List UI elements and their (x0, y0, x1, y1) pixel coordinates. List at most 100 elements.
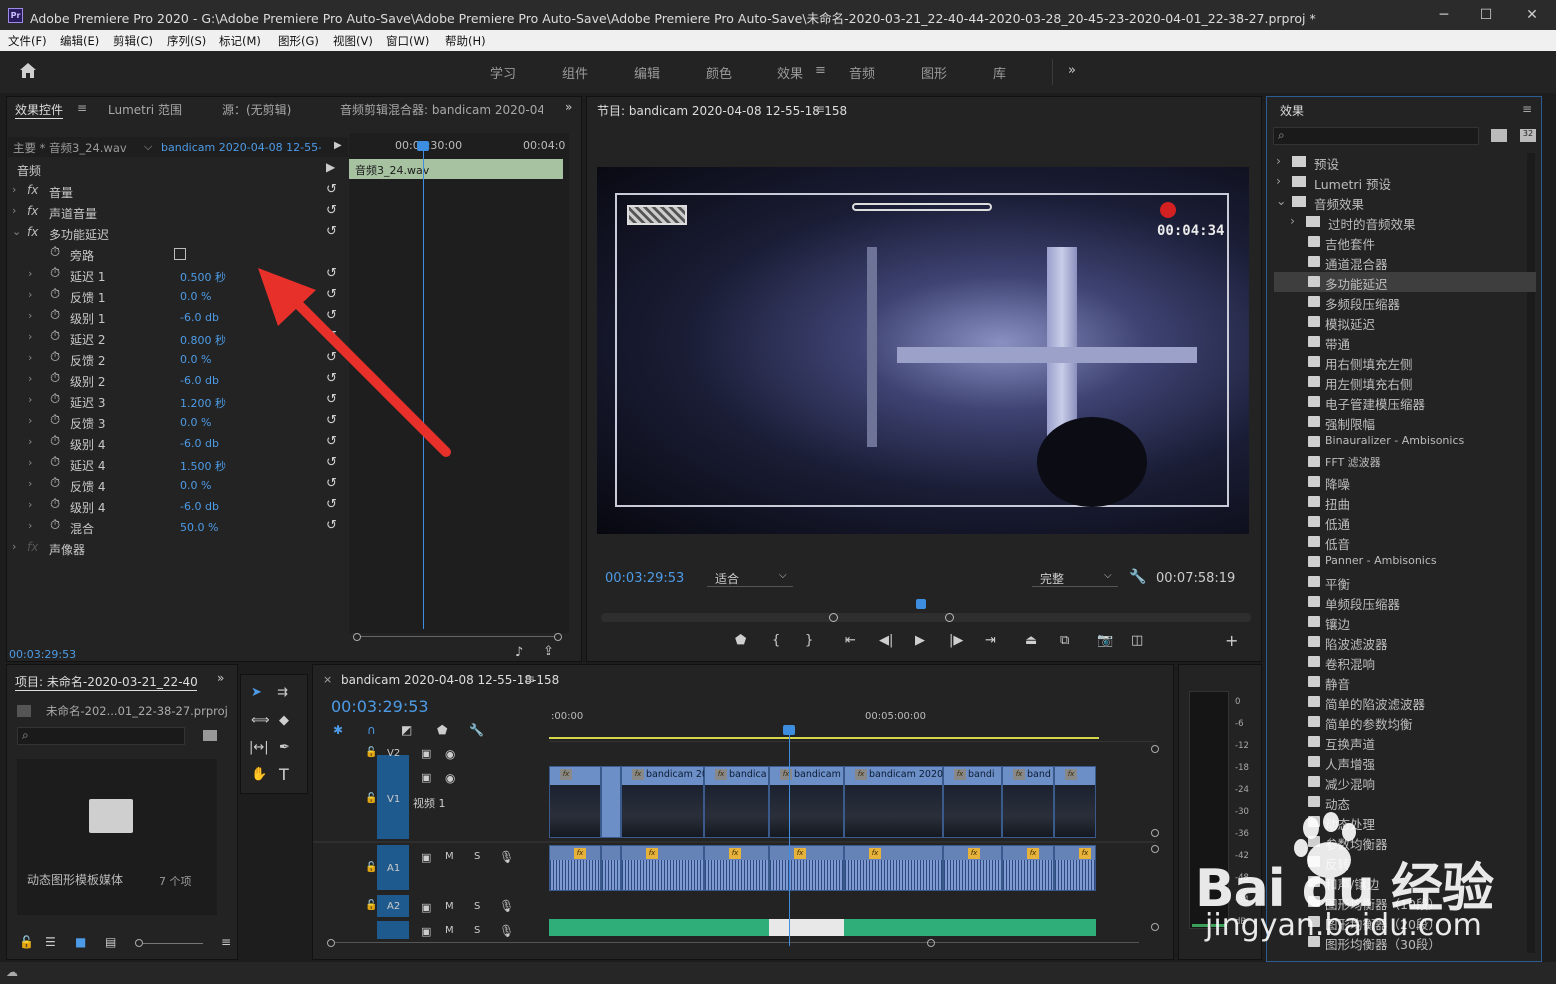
microphone-icon[interactable]: 🎙 (499, 899, 514, 913)
audio-clip[interactable]: fx (549, 845, 601, 891)
effect-item[interactable]: 低通 (1274, 512, 1536, 532)
effect-item[interactable]: 多功能延迟 (1274, 272, 1536, 292)
program-playhead[interactable] (916, 599, 926, 609)
fx-badge-icon[interactable]: fx (794, 848, 806, 859)
workspace-learn[interactable]: 学习 (490, 63, 516, 82)
lock-icon[interactable]: 🔓 (365, 900, 377, 911)
video-clip[interactable]: fx (1054, 766, 1096, 838)
fx-badge-icon[interactable]: fx (27, 183, 38, 197)
step-back-icon[interactable]: ◀| (879, 633, 893, 648)
microphone-icon[interactable]: 🎙 (499, 924, 514, 938)
sync-lock-icon[interactable]: ▣ (421, 925, 431, 938)
maximize-button[interactable]: ☐ (1476, 6, 1496, 24)
program-menu-icon[interactable]: ≡ (815, 102, 825, 116)
new-bin-icon[interactable] (203, 730, 217, 741)
go-to-in-icon[interactable]: ⇤ (845, 633, 856, 648)
program-scrubber[interactable] (601, 613, 1251, 622)
audio-clip[interactable]: fx (621, 845, 704, 891)
reset-icon[interactable]: ↺ (326, 518, 337, 533)
fx-badge-icon[interactable]: fx (729, 848, 741, 859)
a3-clip[interactable] (844, 919, 943, 936)
audio-clip[interactable]: fx (1054, 845, 1096, 891)
param-value[interactable]: 1.200 秒 (180, 395, 226, 411)
video-clip[interactable]: fx bandicam 20 (621, 766, 708, 838)
disclosure-chevron-icon[interactable]: › (28, 309, 32, 322)
param-value[interactable]: 1.500 秒 (180, 458, 226, 474)
effect-item[interactable]: Binauralizer - Ambisonics (1274, 432, 1536, 452)
pen-tool-icon[interactable]: ✒ (279, 740, 290, 755)
ripple-edit-tool-icon[interactable]: ⟺ (251, 713, 270, 728)
fx-badge-icon[interactable]: fx (1013, 769, 1025, 780)
fx-badge-icon[interactable]: fx (27, 540, 38, 554)
effect-item[interactable]: 动态 (1274, 792, 1536, 812)
workspace-color[interactable]: 颜色 (706, 63, 732, 82)
audio-clip[interactable]: fx (1002, 845, 1054, 891)
effect-item[interactable]: 互换声道 (1274, 732, 1536, 752)
lift-icon[interactable]: ⏏ (1025, 633, 1037, 648)
add-button-icon[interactable]: + (1225, 631, 1238, 650)
effect-item[interactable]: 电子管建模压缩器 (1274, 392, 1536, 412)
video-clip[interactable]: fx band (1002, 766, 1054, 838)
fx-badge-icon[interactable]: fx (715, 769, 727, 780)
a3-clip[interactable] (601, 919, 621, 936)
lock-icon[interactable]: 🔓 (365, 862, 377, 873)
effect-item[interactable]: › 过时的音频效果 (1274, 212, 1536, 232)
sync-lock-icon[interactable]: ▣ (421, 771, 431, 784)
master-clip-label[interactable]: 主要 * 音频3_24.wav (13, 140, 127, 156)
tab-effect-controls[interactable]: 效果控件 (15, 101, 64, 119)
stopwatch-icon[interactable]: ⏱ (50, 392, 60, 407)
extract-icon[interactable]: ⧉ (1060, 633, 1069, 648)
effects-search-input[interactable]: ⌕ (1273, 127, 1479, 145)
stopwatch-icon[interactable]: ⏱ (50, 518, 60, 533)
a2-solo[interactable]: S (474, 901, 480, 912)
effect-item[interactable]: 简单的参数均衡 (1274, 712, 1536, 732)
a3-clip[interactable] (1002, 919, 1054, 936)
timeline-timecode[interactable]: 00:03:29:53 (331, 697, 429, 716)
reset-icon[interactable]: ↺ (326, 476, 337, 491)
workspace-audio[interactable]: 音频 (849, 63, 875, 82)
nest-icon[interactable]: ✱ (333, 723, 343, 737)
disclosure-chevron-icon[interactable]: › (28, 372, 32, 385)
reset-icon[interactable]: ↺ (326, 182, 337, 197)
a3-source-patch[interactable] (377, 921, 409, 939)
eye-icon[interactable]: ◉ (445, 771, 455, 785)
fx-row[interactable]: › fx 音量 ↺ (8, 181, 348, 202)
play-audio-icon[interactable]: ▶ (326, 160, 335, 174)
type-tool-icon[interactable]: T (279, 765, 289, 784)
eye-icon[interactable]: ◉ (445, 747, 455, 761)
more-tabs-icon[interactable]: » (217, 671, 224, 685)
icon-view-icon[interactable]: ■ (75, 935, 86, 949)
menu-clip[interactable]: 剪辑(C) (113, 33, 153, 49)
panel-menu-icon[interactable]: ≡ (77, 101, 87, 115)
zoom-handle-left[interactable] (829, 613, 838, 622)
workspace-editing[interactable]: 编辑 (634, 63, 660, 82)
effect-item[interactable]: 单频段压缩器 (1274, 592, 1536, 612)
close-tab-icon[interactable]: × (323, 673, 332, 686)
effect-item[interactable]: 简单的陷波滤波器 (1274, 692, 1536, 712)
stopwatch-icon[interactable]: ⏱ (50, 434, 60, 449)
expand-timeline-icon[interactable]: ▶ (334, 140, 342, 151)
param-value[interactable]: -6.0 db (180, 374, 219, 387)
fx-badge-icon[interactable]: fx (27, 225, 38, 239)
sync-lock-icon[interactable]: ▣ (421, 901, 431, 914)
list-view-icon[interactable]: ☰ (45, 935, 56, 949)
bypass-checkbox[interactable] (174, 248, 186, 260)
stopwatch-icon[interactable]: ⏱ (50, 350, 60, 365)
param-value[interactable]: 0.800 秒 (180, 332, 226, 348)
linked-selection-icon[interactable]: ◩ (401, 723, 412, 737)
bin-item-card[interactable]: 动态图形模板媒体 7 个项 (17, 759, 217, 915)
disclosure-chevron-icon[interactable]: › (28, 498, 32, 511)
hand-tool-icon[interactable]: ✋ (251, 767, 267, 782)
param-value[interactable]: 50.0 % (180, 521, 218, 534)
menu-graphics[interactable]: 图形(G) (278, 33, 319, 49)
param-value[interactable]: 0.500 秒 (180, 269, 226, 285)
razor-tool-icon[interactable]: ◆ (279, 713, 289, 728)
reset-icon[interactable]: ↺ (326, 224, 337, 239)
fx-badge-icon[interactable]: fx (560, 769, 572, 780)
a3-clip[interactable] (943, 919, 1002, 936)
v1-label[interactable]: V1 (387, 794, 400, 805)
effect-item[interactable]: 用右侧填充左侧 (1274, 352, 1536, 372)
effect-item[interactable]: 低音 (1274, 532, 1536, 552)
workspace-effects[interactable]: 效果 (777, 63, 803, 82)
workspace-menu-icon[interactable]: ≡ (815, 63, 826, 78)
